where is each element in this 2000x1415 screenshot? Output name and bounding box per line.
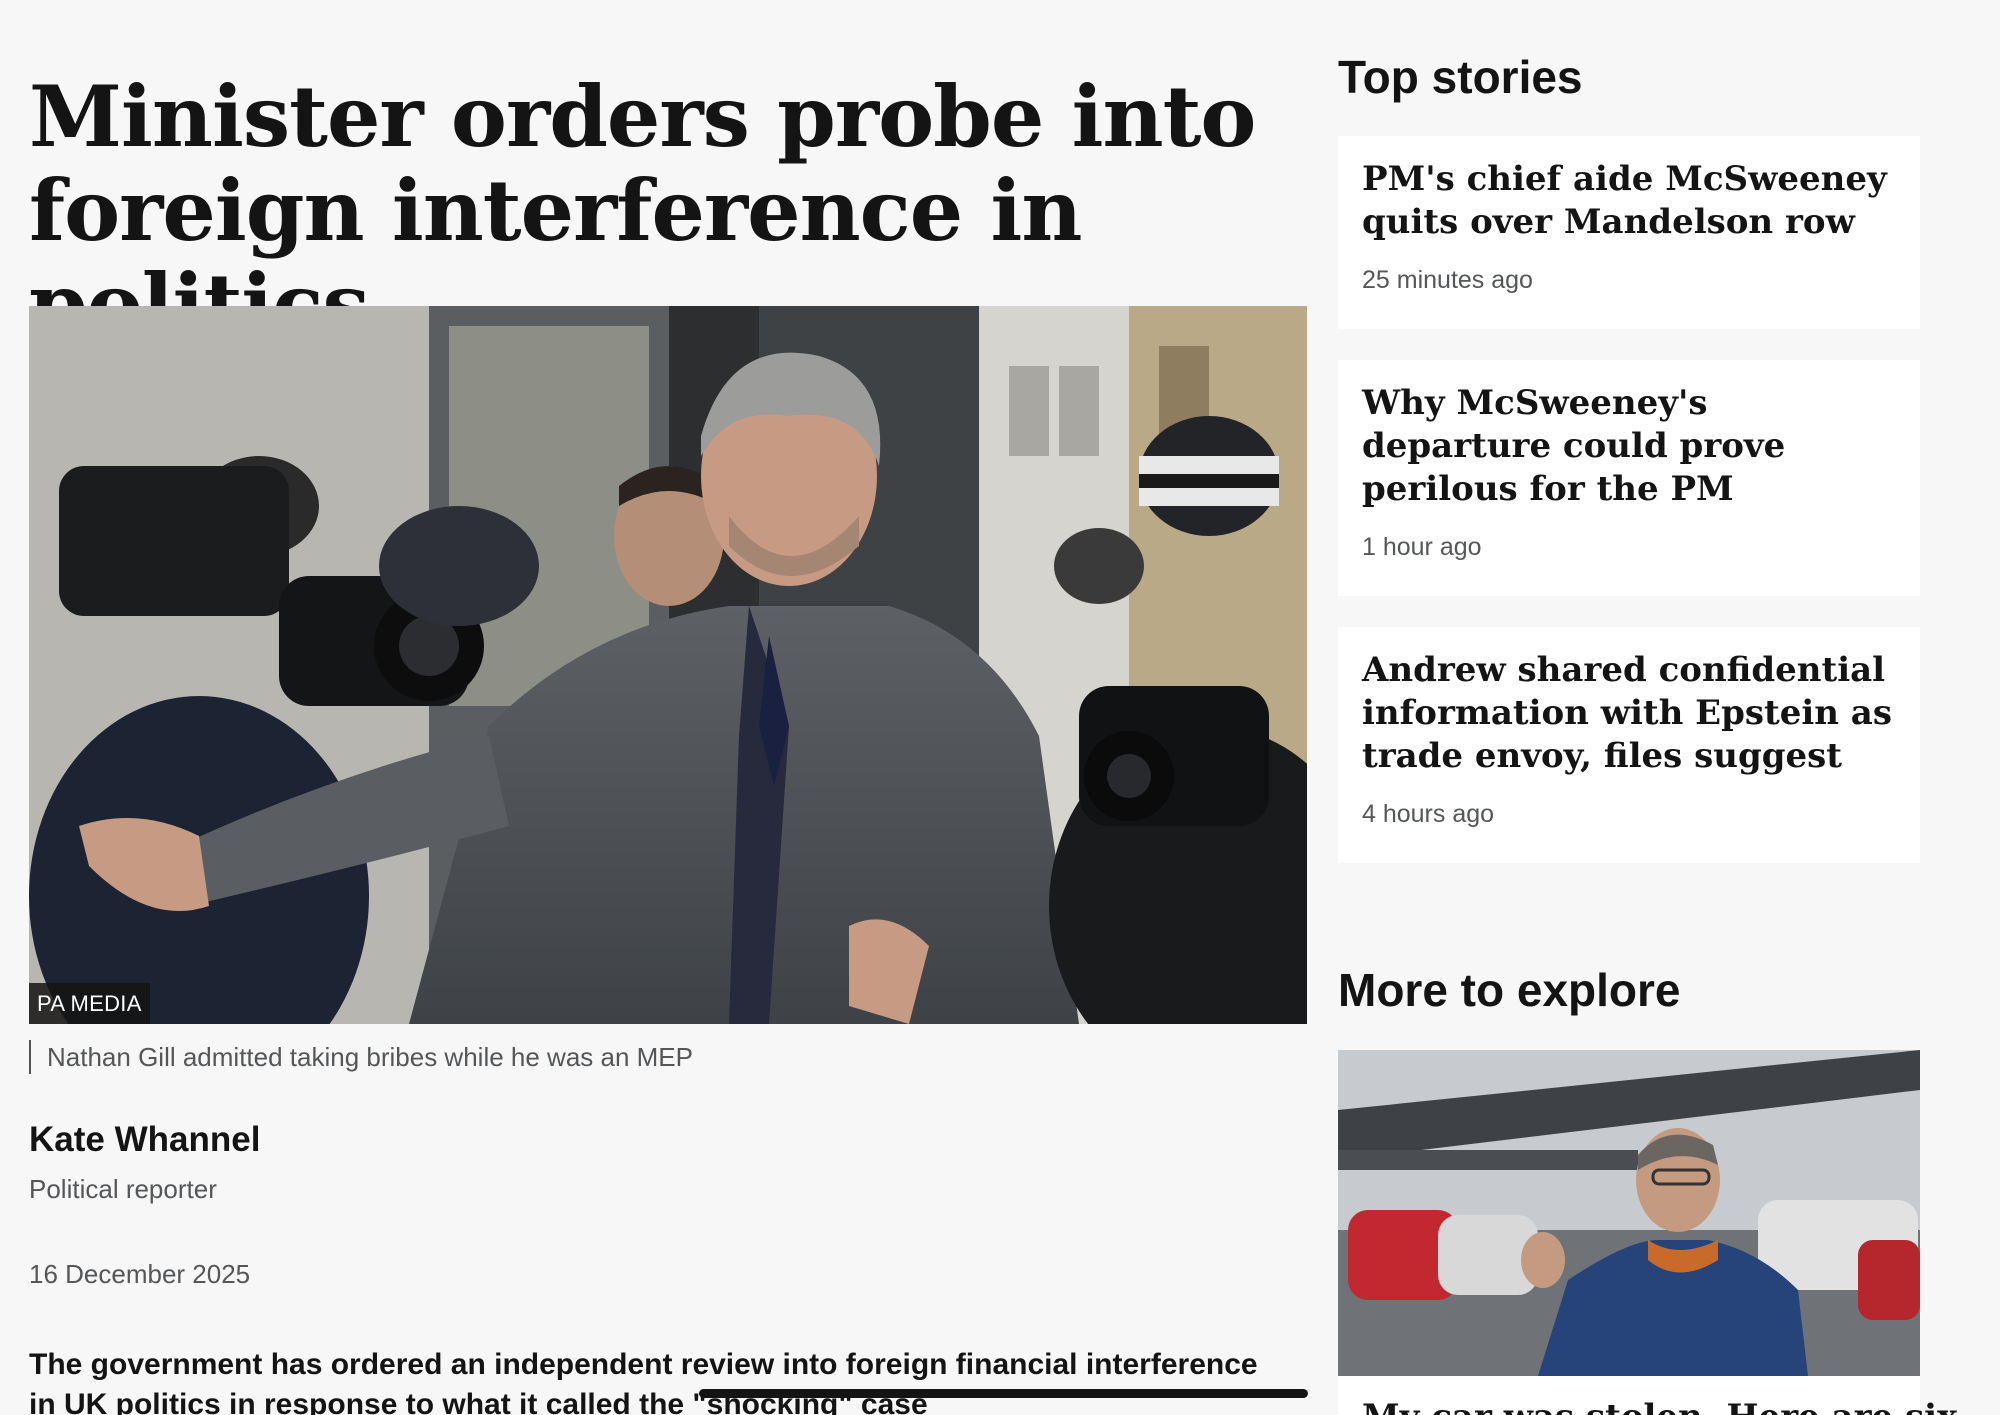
explore-title[interactable]: My car was stolen. Here are six: [1362, 1396, 1957, 1415]
story-title[interactable]: PM's chief aide McSweeney quits over Man…: [1362, 158, 1896, 244]
publish-date: 16 December 2025: [29, 1259, 251, 1289]
image-caption: Nathan Gill admitted taking bribes while…: [29, 1040, 693, 1074]
story-time: 4 hours ago: [1362, 800, 1495, 828]
press-photo-illustration: [29, 306, 1307, 1024]
article-page: Minister orders probe into foreign inter…: [0, 0, 2000, 1415]
top-stories-heading: Top stories: [1338, 51, 1583, 103]
top-story-card[interactable]: Why McSweeney's departure could prove pe…: [1338, 360, 1920, 596]
man-in-car-park-photo: [1338, 1050, 1920, 1376]
story-time: 1 hour ago: [1362, 533, 1482, 561]
explore-card[interactable]: My car was stolen. Here are six: [1338, 1050, 1957, 1415]
story-title[interactable]: Why McSweeney's departure could prove pe…: [1362, 382, 1896, 511]
top-story-card[interactable]: Andrew shared confidential information w…: [1338, 627, 1920, 863]
author-role: Political reporter: [29, 1174, 217, 1204]
story-time: 25 minutes ago: [1362, 266, 1533, 294]
image-credit: PA MEDIA: [29, 983, 150, 1024]
more-to-explore-heading: More to explore: [1338, 964, 1681, 1016]
explore-image[interactable]: [1338, 1050, 1920, 1376]
hero-image[interactable]: PA MEDIA: [29, 306, 1307, 1024]
story-title[interactable]: Andrew shared confidential information w…: [1362, 649, 1896, 778]
top-story-card[interactable]: PM's chief aide McSweeney quits over Man…: [1338, 136, 1920, 329]
author-name[interactable]: Kate Whannel: [29, 1120, 260, 1160]
article-lede: The government has ordered an independen…: [29, 1348, 1258, 1415]
scroll-indicator[interactable]: [699, 1389, 1308, 1398]
